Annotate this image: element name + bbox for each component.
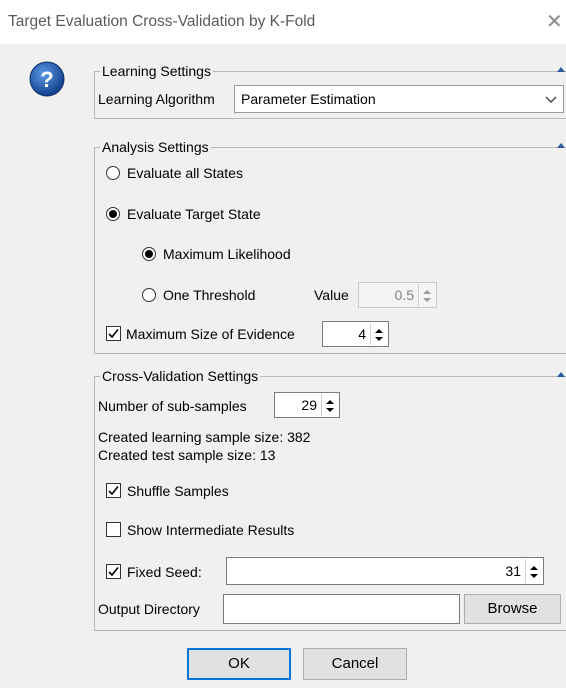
spin-up-icon[interactable] [375, 328, 383, 333]
fixed-seed-checkbox[interactable] [106, 564, 121, 579]
checkmark-icon [108, 486, 119, 496]
learning-settings-title: Learning Settings [100, 62, 213, 80]
evaluate-target-state-label[interactable]: Evaluate Target State [127, 205, 261, 223]
browse-button[interactable]: Browse [464, 594, 561, 624]
spin-up-icon[interactable] [326, 399, 334, 404]
spin-up-icon[interactable] [423, 289, 431, 294]
ok-button[interactable]: OK [187, 648, 291, 680]
fixed-seed-value: 31 [505, 563, 521, 579]
spin-up-icon[interactable] [530, 565, 538, 570]
max-evidence-checkbox[interactable] [106, 326, 121, 341]
title-bar: Target Evaluation Cross-Validation by K-… [0, 0, 566, 44]
question-mark-icon: ? [29, 61, 65, 97]
evaluate-target-state-radio[interactable] [106, 207, 120, 221]
one-threshold-label[interactable]: One Threshold [163, 286, 255, 304]
show-intermediate-label[interactable]: Show Intermediate Results [127, 521, 294, 539]
spinner-arrows[interactable] [418, 284, 435, 306]
subsamples-spinner[interactable]: 29 [274, 392, 340, 418]
spinner-arrows[interactable] [321, 394, 338, 416]
evaluate-all-states-label[interactable]: Evaluate all States [127, 164, 243, 182]
test-sample-size-text: Created test sample size: 13 [98, 447, 276, 463]
learning-algorithm-value: Parameter Estimation [241, 91, 376, 107]
window-title: Target Evaluation Cross-Validation by K-… [8, 13, 316, 30]
output-directory-label: Output Directory [98, 601, 200, 617]
fixed-seed-spinner[interactable]: 31 [226, 557, 544, 585]
cancel-button[interactable]: Cancel [303, 648, 407, 680]
subsamples-value: 29 [301, 397, 317, 413]
spin-down-icon[interactable] [375, 337, 383, 342]
spin-down-icon[interactable] [326, 408, 334, 413]
one-threshold-radio[interactable] [142, 288, 156, 302]
maximum-likelihood-radio[interactable] [142, 247, 156, 261]
spinner-arrows[interactable] [370, 323, 387, 345]
checkmark-icon [108, 567, 119, 577]
spinner-arrows[interactable] [525, 559, 542, 583]
spin-down-icon[interactable] [530, 574, 538, 579]
evaluate-all-states-radio[interactable] [106, 166, 120, 180]
threshold-value-spinner[interactable]: 0.5 [358, 282, 437, 308]
cross-validation-settings-title: Cross-Validation Settings [100, 367, 261, 385]
threshold-value: 0.5 [394, 287, 414, 303]
radio-selected-dot [109, 210, 117, 218]
show-intermediate-checkbox[interactable] [106, 522, 121, 537]
svg-text:?: ? [40, 67, 53, 92]
fixed-seed-label[interactable]: Fixed Seed: [127, 563, 202, 581]
learning-algorithm-select[interactable]: Parameter Estimation [234, 85, 564, 113]
output-directory-field[interactable] [223, 594, 460, 624]
maximum-likelihood-label[interactable]: Maximum Likelihood [163, 245, 291, 263]
max-evidence-spinner[interactable]: 4 [322, 321, 389, 347]
radio-selected-dot [145, 250, 153, 258]
max-evidence-label[interactable]: Maximum Size of Evidence [126, 325, 295, 343]
shuffle-samples-checkbox[interactable] [106, 483, 121, 498]
collapse-triangle-icon[interactable] [556, 65, 566, 73]
learning-algorithm-label: Learning Algorithm [98, 91, 215, 107]
analysis-settings-title: Analysis Settings [100, 138, 211, 156]
subsamples-label: Number of sub-samples [98, 398, 247, 414]
close-icon[interactable]: ✕ [546, 10, 566, 34]
checkmark-icon [108, 329, 119, 339]
collapse-triangle-icon[interactable] [556, 141, 566, 149]
shuffle-samples-label[interactable]: Shuffle Samples [127, 482, 229, 500]
max-evidence-value: 4 [358, 326, 366, 342]
chevron-down-icon [545, 96, 557, 103]
learning-sample-size-text: Created learning sample size: 382 [98, 429, 311, 445]
collapse-triangle-icon[interactable] [556, 370, 566, 378]
value-label: Value [314, 287, 349, 303]
spin-down-icon[interactable] [423, 298, 431, 303]
